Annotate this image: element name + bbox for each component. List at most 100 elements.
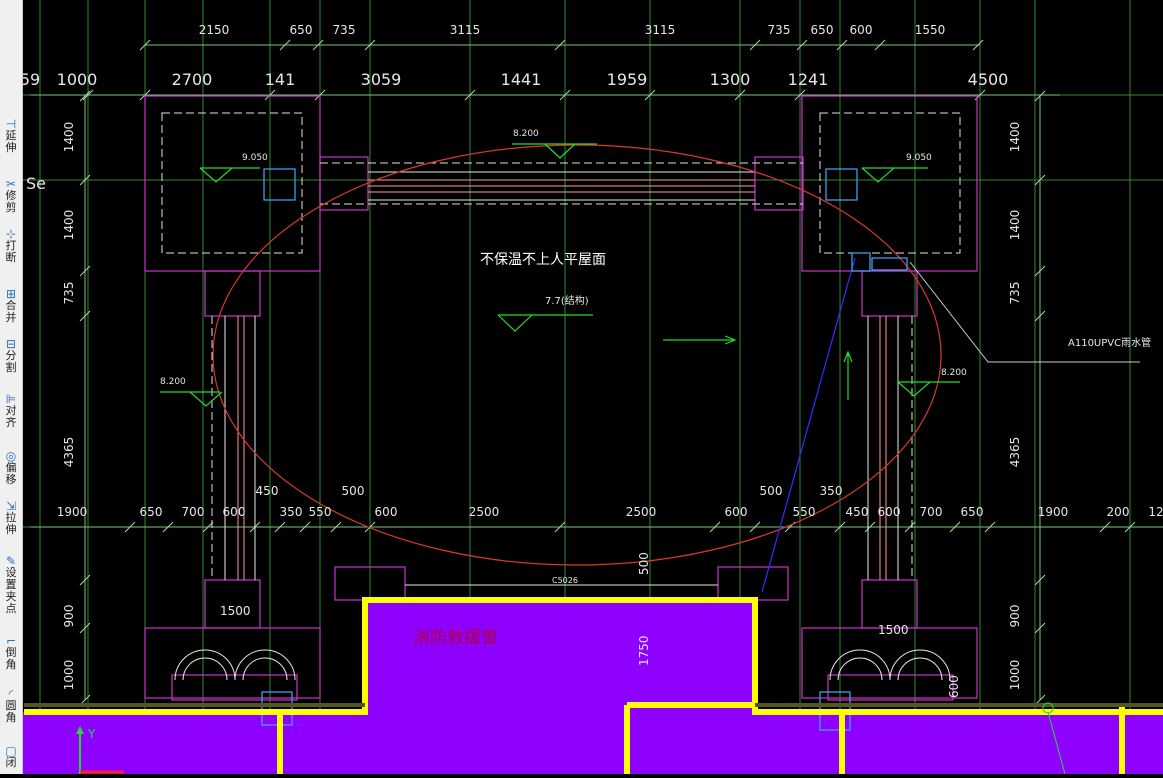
level-9050-right: 9.050 (906, 153, 932, 163)
right-dimension: 1400 (1008, 122, 1022, 153)
gutter-lines (237, 179, 887, 580)
left-dimension: 1400 (62, 122, 76, 153)
mid-dimension: 12 (1148, 505, 1163, 519)
level-left: 8.200 (160, 377, 186, 387)
grid-dimension: 1959 (607, 70, 648, 89)
column-lines (224, 171, 899, 586)
grid-dimension: 4500 (968, 70, 1009, 89)
level-9050-left: 9.050 (242, 153, 268, 163)
top-dimension: 650 (290, 23, 313, 37)
grid-dimension: 1441 (501, 70, 542, 89)
toolbar-item-label: 合并 (5, 299, 17, 324)
left-dimension: 4365 (62, 437, 76, 468)
toolbar-item-8[interactable]: ✎ 设置夹点 (0, 555, 22, 615)
toolbar-item-label: 倒角 (5, 646, 17, 671)
window-code: C5026 (552, 576, 578, 585)
floor-fill (23, 600, 1163, 774)
toolbar-item-label: 延伸 (5, 129, 17, 154)
top-dimension: 735 (333, 23, 356, 37)
mid-dimension: 200 (1107, 505, 1130, 519)
drawing-svg: 2150 650 735 3115 3115 735 650 600 1550 59 1000 270… (20, 0, 1163, 775)
toolbar-item-label: 修剪 (5, 189, 17, 214)
top-dimension: 600 (850, 23, 873, 37)
ucs-y-label: Y (87, 727, 96, 741)
cad-drawing-canvas[interactable]: 2150 650 735 3115 3115 735 650 600 1550 59 1000 270… (20, 0, 1163, 775)
left-dimension: 1000 (62, 660, 76, 691)
grid-dimension: 3059 (361, 70, 402, 89)
left-dimension: 735 (62, 282, 76, 305)
dimension-texts: 2150 650 735 3115 3115 735 650 600 1550 59 1000 270… (20, 23, 1163, 691)
toolbar-item-9[interactable]: ⌐ 倒角 (0, 635, 22, 671)
level-top: 8.200 (513, 129, 539, 139)
toolbar-item-label: 闭 (5, 756, 17, 769)
mid-dimension: 650 (961, 505, 984, 519)
mid-dimension: 600 (223, 505, 246, 519)
toolbar-item-3[interactable]: ⊞ 合并 (0, 288, 22, 324)
slope-arrows (663, 335, 853, 400)
grid-dimension: 2700 (172, 70, 213, 89)
top-dimension: 735 (768, 23, 791, 37)
right-dimension: 4365 (1008, 437, 1022, 468)
top-dimension: 3115 (450, 23, 481, 37)
pipe-label: A110UPVC雨水管 (1068, 336, 1151, 349)
level-right: 8.200 (941, 368, 967, 378)
mid-dimension: 1900 (57, 505, 88, 519)
level-structure: 7.7(结构) (545, 294, 589, 307)
toolbar-item-1[interactable]: ✂ 修剪 (0, 178, 22, 214)
right-dimension: 1000 (1008, 660, 1022, 691)
mid-dimension: 550 (793, 505, 816, 519)
upper-dimension: 500 (760, 484, 783, 498)
upper-dimension: 450 (256, 484, 279, 498)
grid-dimension: 1300 (710, 70, 751, 89)
mid-dimension: 450 (846, 505, 869, 519)
mid-dimension: 600 (725, 505, 748, 519)
right-dimension: 900 (1008, 605, 1022, 628)
toolbar-item-11[interactable]: ▢ 闭 (0, 745, 22, 769)
toolbar-item-10[interactable]: ◜ 圆角 (0, 688, 22, 724)
top-dimension: 2150 (199, 23, 230, 37)
toolbar-item-6[interactable]: ◎ 偏移 (0, 450, 22, 486)
mid-dimension: 350 (280, 505, 303, 519)
mid-dimension: 650 (140, 505, 163, 519)
toolbar-item-0[interactable]: ⊣ 延伸 (0, 118, 22, 154)
grid-dimension: 1000 (57, 70, 98, 89)
modify-toolbar: ⊣ 延伸 ✂ 修剪 ⊹ 打断 ⊞ 合并 ⊟ 分割 ⊫ 对齐 ◎ 偏移 ⇲ 拉伸 ✎ 设置夹点 ⌐ 倒角 ◜ 圆角 ▢ 闭 (0, 0, 23, 774)
mid-dimension: 2500 (626, 505, 657, 519)
toolbar-item-7[interactable]: ⇲ 拉伸 (0, 500, 22, 536)
toolbar-item-2[interactable]: ⊹ 打断 (0, 228, 22, 264)
mid-dimension: 2500 (469, 505, 500, 519)
top-dimension: 3115 (645, 23, 676, 37)
toolbar-item-label: 偏移 (5, 461, 17, 486)
roof-label: 不保温不上人平屋面 (480, 252, 606, 268)
mid-dimension: 700 (920, 505, 943, 519)
dim-1500-right: 1500 (878, 623, 909, 637)
dim-600-vertical: 600 (947, 675, 961, 698)
blue-leader-line (761, 257, 856, 593)
top-dimension: 1550 (915, 23, 946, 37)
toolbar-item-5[interactable]: ⊫ 对齐 (0, 393, 22, 429)
left-dimension: 900 (62, 605, 76, 628)
toolbar-item-label: 对齐 (5, 404, 17, 429)
right-dimension: 735 (1008, 282, 1022, 305)
upper-dimension: 350 (820, 484, 843, 498)
upper-dimension: 500 (342, 484, 365, 498)
revision-ellipse[interactable] (212, 144, 942, 566)
mid-dimension: 700 (182, 505, 205, 519)
top-dimension: 650 (811, 23, 834, 37)
toolbar-item-label: 打断 (5, 239, 17, 264)
grid-dimension: 59 (23, 70, 40, 89)
toolbar-item-label: 圆角 (5, 699, 17, 724)
mid-dimension: 550 (309, 505, 332, 519)
left-dimension: 1400 (62, 210, 76, 241)
stray-text: Se (26, 174, 46, 193)
grid-dimension: 141 (265, 70, 296, 89)
toolbar-item-label: 设置夹点 (5, 566, 17, 615)
window-label: 消防救援窗 (413, 628, 498, 648)
mid-dimension: 600 (878, 505, 901, 519)
toolbar-item-4[interactable]: ⊟ 分割 (0, 338, 22, 374)
right-dimension: 1400 (1008, 210, 1022, 241)
dim-1750-vertical: 1750 (637, 635, 651, 666)
mid-dimension: 600 (375, 505, 398, 519)
toolbar-item-label: 分割 (5, 349, 17, 374)
dim-1500-left: 1500 (220, 604, 251, 618)
